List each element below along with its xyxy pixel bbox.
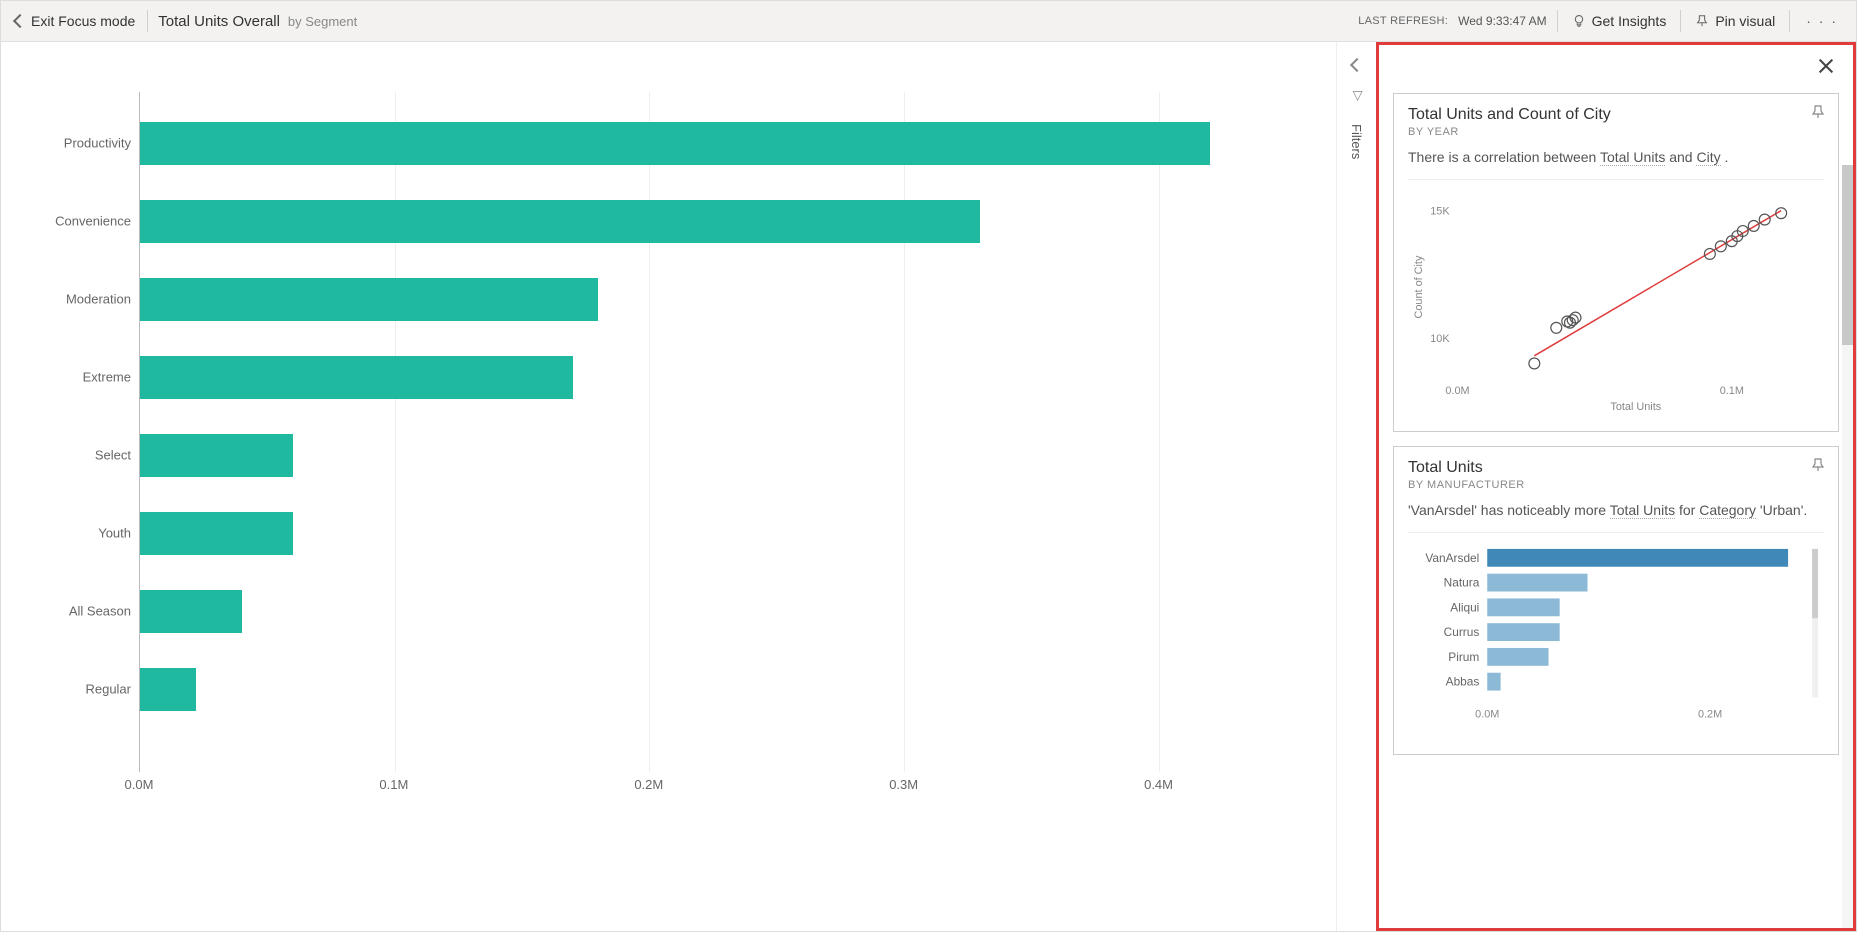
chevron-left-icon bbox=[13, 14, 27, 28]
pin-insight-button[interactable] bbox=[1810, 104, 1826, 125]
pin-visual-label: Pin visual bbox=[1715, 13, 1775, 29]
card-title: Total Units bbox=[1408, 459, 1824, 477]
divider bbox=[147, 10, 148, 32]
toolbar-left: Exit Focus mode Total Units Overall by S… bbox=[13, 9, 357, 33]
card-description: 'VanArsdel' has noticeably more Total Un… bbox=[1408, 501, 1824, 520]
filter-icon: ◁ bbox=[1349, 91, 1365, 101]
svg-text:Currus: Currus bbox=[1444, 625, 1480, 639]
app-window: Exit Focus mode Total Units Overall by S… bbox=[0, 0, 1857, 932]
get-insights-label: Get Insights bbox=[1592, 13, 1667, 29]
card-subtitle: BY MANUFACTURER bbox=[1408, 479, 1824, 491]
close-insights-button[interactable] bbox=[1817, 57, 1835, 75]
svg-text:Pirum: Pirum bbox=[1448, 649, 1479, 663]
svg-text:0.0M: 0.0M bbox=[1445, 385, 1469, 397]
toolbar-right: LAST REFRESH: Wed 9:33:47 AM Get Insight… bbox=[1358, 9, 1844, 33]
divider bbox=[1557, 10, 1558, 32]
t: for bbox=[1675, 502, 1699, 518]
card-title: Total Units and Count of City bbox=[1408, 106, 1824, 124]
divider bbox=[1680, 10, 1681, 32]
insight-card-2[interactable]: Total Units BY MANUFACTURER 'VanArsdel' … bbox=[1393, 446, 1839, 755]
pin-icon bbox=[1810, 457, 1826, 473]
svg-text:0.1M: 0.1M bbox=[1720, 385, 1744, 397]
t: Total Units bbox=[1610, 502, 1675, 519]
insights-scrollbar[interactable] bbox=[1842, 165, 1853, 928]
card-description: There is a correlation between Total Uni… bbox=[1408, 148, 1824, 167]
insight-manufacturer-chart[interactable]: VanArsdel Natura Aliqui Currus Pirum Abbas 0.0… bbox=[1408, 541, 1824, 739]
filters-rail: ◁ Filters bbox=[1336, 42, 1376, 931]
main-chart-area: 0.0M0.1M0.2M0.3M0.4MProductivityConvenie… bbox=[1, 42, 1336, 931]
svg-text:10K: 10K bbox=[1430, 333, 1450, 345]
svg-text:0.0M: 0.0M bbox=[1475, 708, 1499, 720]
pin-visual-button[interactable]: Pin visual bbox=[1691, 9, 1779, 33]
exit-focus-button[interactable]: Exit Focus mode bbox=[13, 9, 137, 33]
t: and bbox=[1665, 149, 1696, 165]
insights-panel: Total Units and Count of City BY YEAR Th… bbox=[1376, 42, 1856, 931]
t: . bbox=[1721, 149, 1729, 165]
scrollbar-thumb[interactable] bbox=[1842, 165, 1853, 345]
t: Total Units bbox=[1600, 149, 1665, 166]
t: There is a correlation between bbox=[1408, 149, 1600, 165]
t: City bbox=[1696, 149, 1720, 166]
main-bar-chart[interactable]: 0.0M0.1M0.2M0.3M0.4MProductivityConvenie… bbox=[31, 92, 1306, 832]
pin-icon bbox=[1810, 104, 1826, 120]
svg-text:Abbas: Abbas bbox=[1446, 674, 1480, 688]
divider bbox=[1408, 179, 1824, 180]
refresh-time: Wed 9:33:47 AM bbox=[1458, 14, 1547, 28]
body: 0.0M0.1M0.2M0.3M0.4MProductivityConvenie… bbox=[1, 42, 1856, 931]
pin-icon bbox=[1695, 14, 1709, 28]
divider bbox=[1408, 532, 1824, 533]
svg-text:Count of City: Count of City bbox=[1413, 255, 1425, 318]
divider bbox=[1789, 10, 1790, 32]
pin-insight-button[interactable] bbox=[1810, 457, 1826, 478]
expand-filters-button[interactable] bbox=[1349, 58, 1363, 72]
toolbar: Exit Focus mode Total Units Overall by S… bbox=[1, 1, 1856, 42]
svg-text:Aliqui: Aliqui bbox=[1450, 600, 1479, 614]
svg-text:0.2M: 0.2M bbox=[1698, 708, 1722, 720]
t: 'VanArsdel' has noticeably more bbox=[1408, 502, 1610, 518]
insight-scatter-chart[interactable]: 10K 15K 0.0M 0.1M Total Units Count of City bbox=[1408, 188, 1824, 416]
spacer bbox=[1393, 57, 1839, 79]
t: 'Urban'. bbox=[1756, 502, 1807, 518]
exit-focus-label: Exit Focus mode bbox=[31, 13, 135, 29]
t: Category bbox=[1699, 502, 1756, 519]
get-insights-button[interactable]: Get Insights bbox=[1568, 9, 1671, 33]
visual-title-group: Total Units Overall by Segment bbox=[158, 13, 357, 30]
svg-text:Natura: Natura bbox=[1444, 575, 1480, 589]
more-options-button[interactable]: · · · bbox=[1800, 9, 1844, 33]
svg-text:Total Units: Total Units bbox=[1610, 401, 1661, 413]
visual-subtitle: by Segment bbox=[288, 14, 357, 29]
filters-label[interactable]: Filters bbox=[1349, 124, 1364, 159]
card-subtitle: BY YEAR bbox=[1408, 126, 1824, 138]
visual-title: Total Units Overall bbox=[158, 13, 280, 30]
svg-text:15K: 15K bbox=[1430, 205, 1450, 217]
insight-card-1[interactable]: Total Units and Count of City BY YEAR Th… bbox=[1393, 93, 1839, 432]
svg-text:VanArsdel: VanArsdel bbox=[1425, 550, 1479, 564]
lightbulb-icon bbox=[1572, 14, 1586, 28]
refresh-label: LAST REFRESH: bbox=[1358, 15, 1448, 27]
